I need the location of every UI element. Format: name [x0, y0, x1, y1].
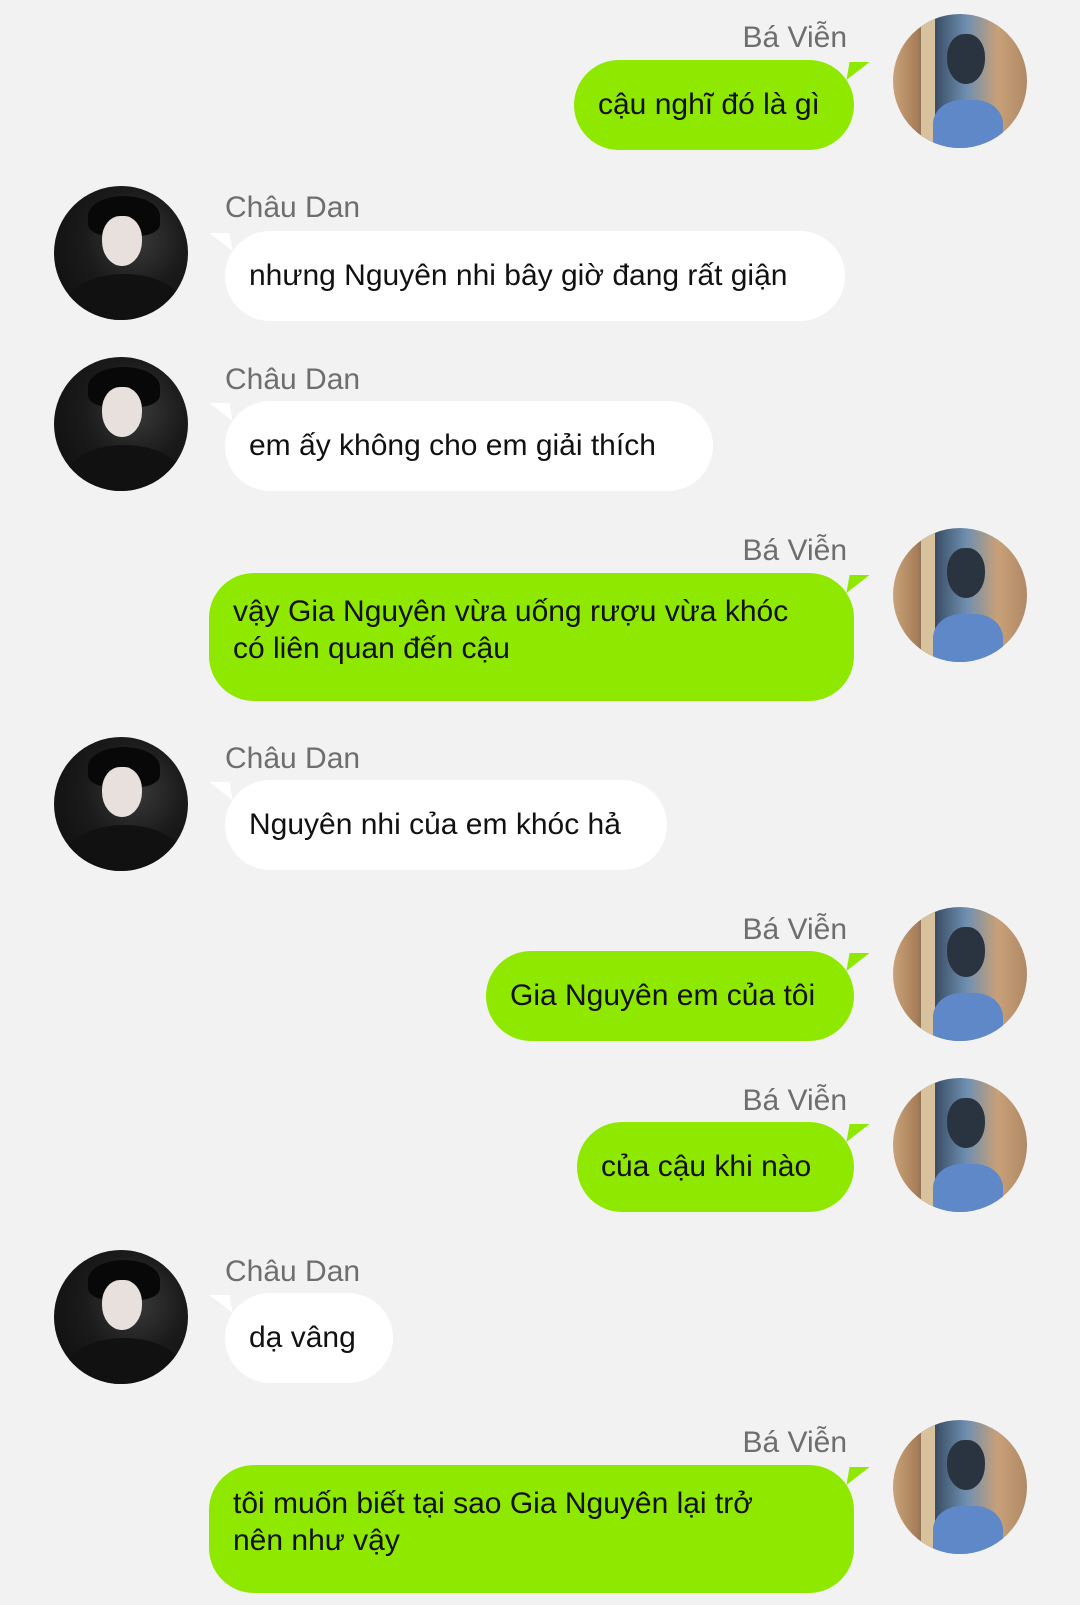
avatar-chau-dan[interactable] [54, 1250, 188, 1384]
avatar-chau-dan[interactable] [54, 357, 188, 491]
avatar-ba-vien[interactable] [893, 528, 1027, 662]
avatar-chau-dan[interactable] [54, 737, 188, 871]
message-bubble-incoming[interactable]: dạ vâng [225, 1293, 393, 1383]
sender-name: Bá Viễn [742, 534, 847, 567]
sender-name: Châu Dan [225, 363, 361, 396]
avatar-ba-vien[interactable] [893, 907, 1027, 1041]
message-bubble-incoming[interactable]: em ấy không cho em giải thích [225, 401, 713, 491]
message-bubble-outgoing[interactable]: tôi muốn biết tại sao Gia Nguyên lại trở… [209, 1465, 854, 1593]
sender-name: Châu Dan [225, 191, 361, 224]
message-bubble-outgoing[interactable]: Gia Nguyên em của tôi [486, 951, 854, 1041]
sender-name: Châu Dan [225, 742, 361, 775]
sender-name: Bá Viễn [742, 1426, 847, 1459]
message-bubble-outgoing[interactable]: vậy Gia Nguyên vừa uống rượu vừa khóc có… [209, 573, 854, 701]
sender-name: Bá Viễn [742, 913, 847, 946]
chat-thread: Bá Viễn cậu nghĩ đó là gì Châu Dan nhưng… [0, 0, 1080, 1605]
message-bubble-outgoing[interactable]: cậu nghĩ đó là gì [574, 60, 854, 150]
sender-name: Bá Viễn [742, 21, 847, 54]
avatar-chau-dan[interactable] [54, 186, 188, 320]
avatar-ba-vien[interactable] [893, 1078, 1027, 1212]
message-bubble-incoming[interactable]: Nguyên nhi của em khóc hả [225, 780, 667, 870]
message-bubble-outgoing[interactable]: của cậu khi nào [577, 1122, 854, 1212]
avatar-ba-vien[interactable] [893, 1420, 1027, 1554]
sender-name: Châu Dan [225, 1255, 361, 1288]
avatar-ba-vien[interactable] [893, 14, 1027, 148]
message-bubble-incoming[interactable]: nhưng Nguyên nhi bây giờ đang rất giận [225, 231, 845, 321]
sender-name: Bá Viễn [742, 1084, 847, 1117]
